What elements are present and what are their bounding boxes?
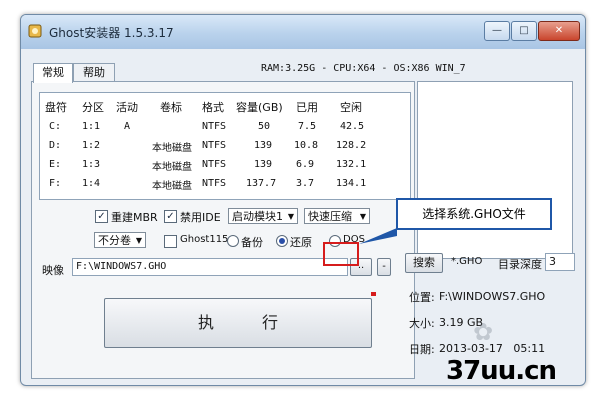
arrow-icon bbox=[359, 216, 397, 244]
rebuild-mbr-label: 重建MBR bbox=[111, 211, 158, 224]
location-value: F:\WINDOWS7.GHO bbox=[439, 290, 546, 303]
watermark-logo-faint: ✿ bbox=[473, 318, 494, 346]
table-cell: 132.1 bbox=[336, 159, 367, 170]
split-value: 不分卷 bbox=[98, 234, 131, 247]
tab-general[interactable]: 常规 bbox=[33, 63, 73, 83]
table-cell: D: bbox=[49, 140, 62, 151]
restore-radio[interactable] bbox=[276, 235, 288, 247]
col-header-active: 活动 bbox=[116, 101, 138, 114]
table-cell: A bbox=[124, 121, 131, 132]
ghost115-checkbox[interactable] bbox=[164, 235, 177, 248]
table-cell: 134.1 bbox=[336, 178, 367, 189]
ghost-app-icon bbox=[28, 24, 42, 38]
table-cell: 7.5 bbox=[298, 121, 317, 132]
col-header-used: 已用 bbox=[296, 101, 318, 114]
table-cell: 本地磁盘 bbox=[152, 143, 192, 154]
disable-ide-label: 禁用IDE bbox=[180, 211, 221, 224]
chevron-down-icon: ▼ bbox=[287, 212, 294, 221]
col-header-format: 格式 bbox=[202, 101, 224, 114]
title-bar[interactable]: Ghost安装器 1.5.3.17 — □ ✕ bbox=[21, 15, 585, 49]
table-cell: 42.5 bbox=[340, 121, 365, 132]
close-button[interactable]: ✕ bbox=[538, 21, 580, 41]
remove-image-button[interactable]: - bbox=[377, 258, 391, 276]
col-header-drive: 盘符 bbox=[45, 101, 67, 114]
highlight-mark bbox=[371, 292, 376, 296]
date-label: 日期: bbox=[409, 343, 435, 356]
execute-button[interactable]: 执行 bbox=[104, 298, 372, 348]
site-watermark: 37uu.cn bbox=[446, 356, 557, 386]
compression-value: 快速压缩 bbox=[308, 210, 352, 223]
depth-input[interactable]: 3 bbox=[545, 253, 575, 271]
image-path-field[interactable]: F:\WINDOWS7.GHO bbox=[72, 258, 348, 276]
location-label: 位置: bbox=[409, 291, 435, 304]
table-cell: 本地磁盘 bbox=[152, 181, 192, 192]
table-cell: E: bbox=[49, 159, 62, 170]
split-select[interactable]: 不分卷 ▼ bbox=[94, 232, 146, 248]
minimize-button[interactable]: — bbox=[484, 21, 510, 41]
window-title: Ghost安装器 1.5.3.17 bbox=[49, 26, 174, 40]
table-cell: 50 bbox=[258, 121, 271, 132]
table-cell: 3.7 bbox=[296, 178, 315, 189]
table-cell: NTFS bbox=[202, 121, 227, 132]
maximize-button[interactable]: □ bbox=[511, 21, 537, 41]
system-info: RAM:3.25G - CPU:X64 - OS:X86 WIN_7 bbox=[261, 63, 466, 74]
col-header-capacity: 容量(GB) bbox=[236, 101, 283, 114]
ghost115-label: Ghost115 bbox=[180, 234, 229, 245]
chevron-down-icon: ▼ bbox=[135, 236, 142, 245]
col-header-free: 空闲 bbox=[340, 101, 362, 114]
disable-ide-checkbox[interactable]: ✓ bbox=[164, 210, 177, 223]
table-cell: NTFS bbox=[202, 159, 227, 170]
search-pattern: *.GHO bbox=[451, 256, 483, 267]
table-cell: C: bbox=[49, 121, 62, 132]
table-cell: NTFS bbox=[202, 140, 227, 151]
boot-module-select[interactable]: 启动模块1 ▼ bbox=[228, 208, 298, 224]
table-cell: 1:1 bbox=[82, 121, 101, 132]
table-cell: F: bbox=[49, 178, 62, 189]
tab-help[interactable]: 帮助 bbox=[73, 63, 115, 82]
table-cell: 1:3 bbox=[82, 159, 101, 170]
backup-radio[interactable] bbox=[227, 235, 239, 247]
search-button[interactable]: 搜索 bbox=[405, 253, 443, 273]
table-cell: 10.8 bbox=[294, 140, 319, 151]
depth-label: 目录深度 bbox=[498, 258, 542, 271]
table-cell: 1:2 bbox=[82, 140, 101, 151]
table-cell: 139 bbox=[254, 159, 273, 170]
backup-label: 备份 bbox=[241, 236, 263, 249]
col-header-partition: 分区 bbox=[82, 101, 104, 114]
table-cell: 137.7 bbox=[246, 178, 277, 189]
image-label: 映像 bbox=[42, 264, 64, 277]
preview-panel bbox=[417, 81, 573, 259]
browse-highlight-box bbox=[323, 242, 359, 266]
table-cell: NTFS bbox=[202, 178, 227, 189]
table-cell: 6.9 bbox=[296, 159, 315, 170]
table-cell: 139 bbox=[254, 140, 273, 151]
size-label: 大小: bbox=[409, 317, 435, 330]
col-header-label: 卷标 bbox=[160, 101, 182, 114]
table-cell: 1:4 bbox=[82, 178, 101, 189]
partition-table[interactable]: 盘符 分区 活动 卷标 格式 容量(GB) 已用 空闲 C: 1:1 A NTF… bbox=[39, 92, 411, 200]
rebuild-mbr-checkbox[interactable]: ✓ bbox=[95, 210, 108, 223]
instruction-callout: 选择系统.GHO文件 bbox=[396, 198, 552, 230]
restore-label: 还原 bbox=[290, 236, 312, 249]
table-cell: 128.2 bbox=[336, 140, 367, 151]
boot-module-value: 启动模块1 bbox=[232, 210, 283, 223]
table-cell: 本地磁盘 bbox=[152, 162, 192, 173]
